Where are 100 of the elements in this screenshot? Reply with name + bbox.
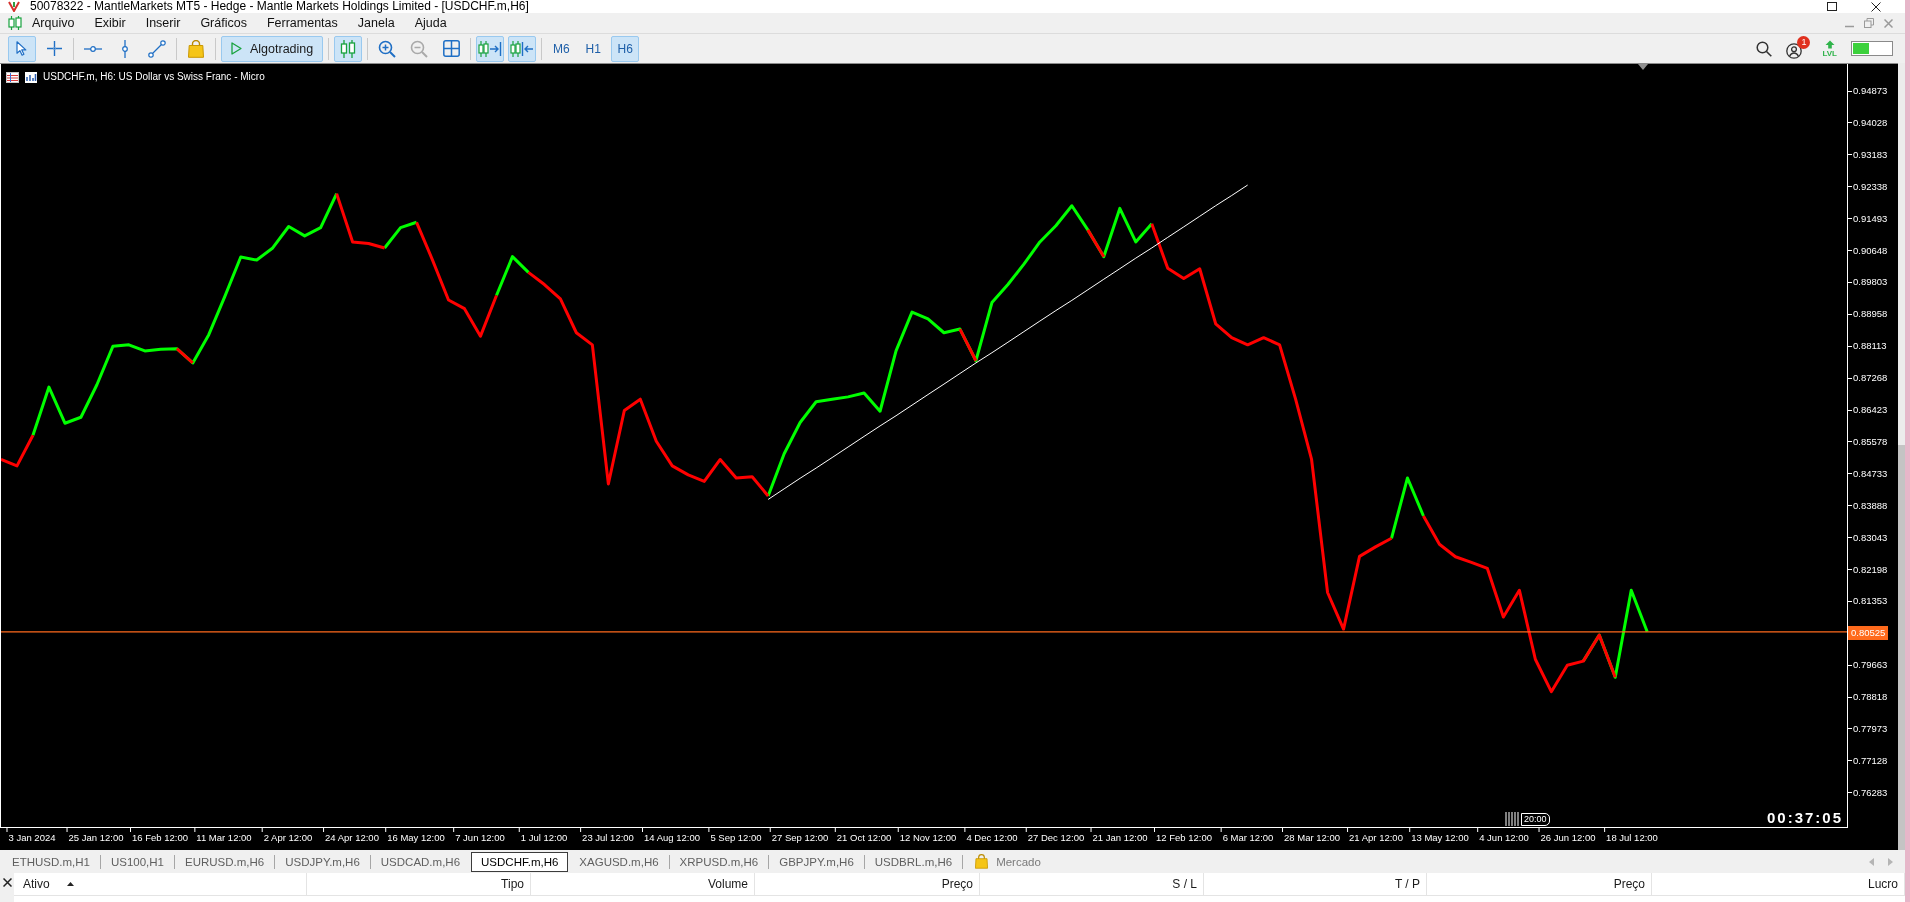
play-icon: [231, 42, 242, 55]
symbol-tab[interactable]: USDBRL.m,H6: [864, 851, 963, 872]
column-header[interactable]: Ativo: [14, 873, 307, 896]
menu-item[interactable]: Gráficos: [190, 13, 257, 33]
price-axis-label: 0.93183: [1852, 148, 1888, 161]
price-axis-label: 0.81353: [1852, 595, 1888, 608]
time-axis-label: 23 Jul 12:00: [582, 832, 634, 844]
time-axis-label: 18 Jul 12:00: [1606, 832, 1658, 844]
candlestick-icon[interactable]: [8, 15, 22, 31]
time-axis-label: 21 Apr 12:00: [1349, 832, 1403, 844]
column-header[interactable]: Lucro: [1652, 873, 1905, 896]
time-label: 20:00: [1521, 813, 1550, 826]
symbol-tab[interactable]: USDCHF.m,H6: [471, 851, 569, 872]
close-icon[interactable]: [1871, 1, 1881, 12]
chart-window-icon[interactable]: [25, 71, 37, 83]
window-title: 50078322 - MantleMarkets MT5 - Hedge - Mantle Markets Holdings Limited - [USDCHF.m,H6]: [30, 0, 529, 13]
zoom-in-icon: [378, 39, 397, 58]
candlestick-icon: [340, 38, 357, 59]
maximize-icon[interactable]: [1827, 2, 1837, 11]
current-price-label: 0.80525: [1848, 625, 1889, 640]
time-axis-label: 6 Mar 12:00: [1222, 832, 1274, 844]
timeframe-button[interactable]: H1: [579, 35, 608, 62]
time-axis-label: 26 Jun 12:00: [1540, 832, 1596, 844]
column-header[interactable]: Preço: [1427, 873, 1652, 896]
scroll-to-end-icon: [478, 38, 503, 59]
time-axis-label: 3 Jan 2024: [8, 832, 56, 844]
column-header[interactable]: Tipo: [307, 873, 531, 896]
crosshair-icon: [46, 41, 62, 56]
scrollbar-thumb[interactable]: [1898, 445, 1905, 850]
price-axis-label: 0.92338: [1852, 180, 1888, 193]
trendline-icon: [148, 39, 166, 58]
price-axis-label: 0.77128: [1852, 754, 1888, 767]
price-axis-label: 0.89803: [1852, 276, 1888, 289]
price-axis-label: 0.77973: [1852, 723, 1888, 735]
menu-item[interactable]: Janela: [347, 13, 405, 33]
price-axis-label: 0.91493: [1852, 212, 1888, 225]
triangle-marker-icon[interactable]: [1638, 64, 1648, 70]
horizontal-line-icon: [84, 45, 102, 52]
menu-item[interactable]: Arquivo: [22, 13, 85, 33]
market-tab[interactable]: Mercado: [963, 851, 1050, 872]
time-axis-label: 16 May 12:00: [387, 832, 445, 844]
time-axis-label: 27 Sep 12:00: [771, 832, 829, 844]
price-axis-label: 0.87268: [1852, 372, 1888, 385]
chart-shift-icon: [510, 38, 535, 59]
price-axis-label: 0.90648: [1852, 244, 1888, 257]
time-axis-label: 4 Dec 12:00: [966, 832, 1018, 844]
column-header[interactable]: Volume: [531, 873, 755, 896]
close-icon[interactable]: [2, 878, 12, 887]
symbol-tab[interactable]: USDJPY.m,H6: [275, 851, 370, 872]
price-axis-label: 0.94028: [1852, 116, 1888, 129]
restore-icon[interactable]: [1864, 18, 1874, 28]
symbol-tab[interactable]: USDCAD.m,H6: [370, 851, 471, 872]
menu-item[interactable]: Inserir: [135, 13, 191, 33]
symbol-tab[interactable]: XRPUSD.m,H6: [669, 851, 769, 872]
time-axis-label: 21 Oct 12:00: [836, 832, 892, 844]
time-axis-label: 16 Feb 12:00: [132, 832, 188, 844]
timeframe-button[interactable]: H6: [611, 35, 640, 62]
symbol-tab[interactable]: GBPJPY.m,H6: [769, 851, 864, 872]
user-icon: [1786, 42, 1803, 59]
time-axis-label: 28 Mar 12:00: [1284, 832, 1340, 844]
auto-scroll-button[interactable]: [476, 35, 505, 62]
menu-item[interactable]: Ajuda: [404, 13, 457, 33]
price-axis-label: 0.76283: [1852, 786, 1888, 799]
time-axis-label: 12 Nov 12:00: [899, 832, 957, 844]
column-header[interactable]: S / L: [980, 873, 1204, 896]
menu-item[interactable]: Ferramentas: [256, 13, 348, 33]
cursor-icon: [16, 41, 28, 56]
time-axis-label: 5 Sep 12:00: [710, 832, 762, 844]
grid-icon: [442, 40, 460, 57]
symbol-tab[interactable]: EURUSD.m,H6: [175, 851, 275, 872]
time-axis-label: 27 Dec 12:00: [1027, 832, 1085, 844]
search-icon[interactable]: [1756, 40, 1773, 57]
time-axis-label: 1 Jul 12:00: [520, 832, 568, 844]
column-header[interactable]: Preço: [755, 873, 980, 896]
countdown-timer: 00:37:05: [1766, 810, 1843, 826]
shopping-bag-icon: [975, 854, 989, 869]
price-axis-label: 0.88113: [1852, 340, 1887, 353]
chart-shift-button[interactable]: [508, 35, 537, 62]
timeframe-button[interactable]: M6: [547, 35, 576, 62]
time-axis-label: 25 Jan 12:00: [68, 832, 124, 844]
column-header[interactable]: T / P: [1204, 873, 1427, 896]
price-axis-label: 0.85578: [1852, 435, 1888, 448]
account-button[interactable]: [1786, 42, 1803, 59]
price-axis-label: 0.84733: [1852, 467, 1888, 480]
cursor-button[interactable]: [8, 35, 36, 62]
notification-badge: 1: [1797, 35, 1811, 49]
price-axis-label: 0.88958: [1852, 308, 1888, 321]
algotrading-button[interactable]: Algotrading: [221, 35, 324, 62]
table-icon[interactable]: [6, 71, 19, 83]
zoom-out-icon: [410, 39, 429, 58]
symbol-tab[interactable]: ETHUSD.m,H1: [2, 851, 100, 872]
price-axis-label: 0.86423: [1852, 404, 1888, 416]
candlestick-button[interactable]: [334, 35, 363, 62]
menu-item[interactable]: Exibir: [84, 13, 136, 33]
price-axis-label: 0.83888: [1852, 499, 1888, 512]
symbol-tab[interactable]: US100,H1: [100, 851, 174, 872]
price-axis-label: 0.79663: [1852, 659, 1888, 672]
symbol-tab[interactable]: XAGUSD.m,H6: [569, 851, 669, 872]
up-arrow-icon: [1824, 39, 1835, 49]
app-logo-icon: [8, 1, 20, 12]
